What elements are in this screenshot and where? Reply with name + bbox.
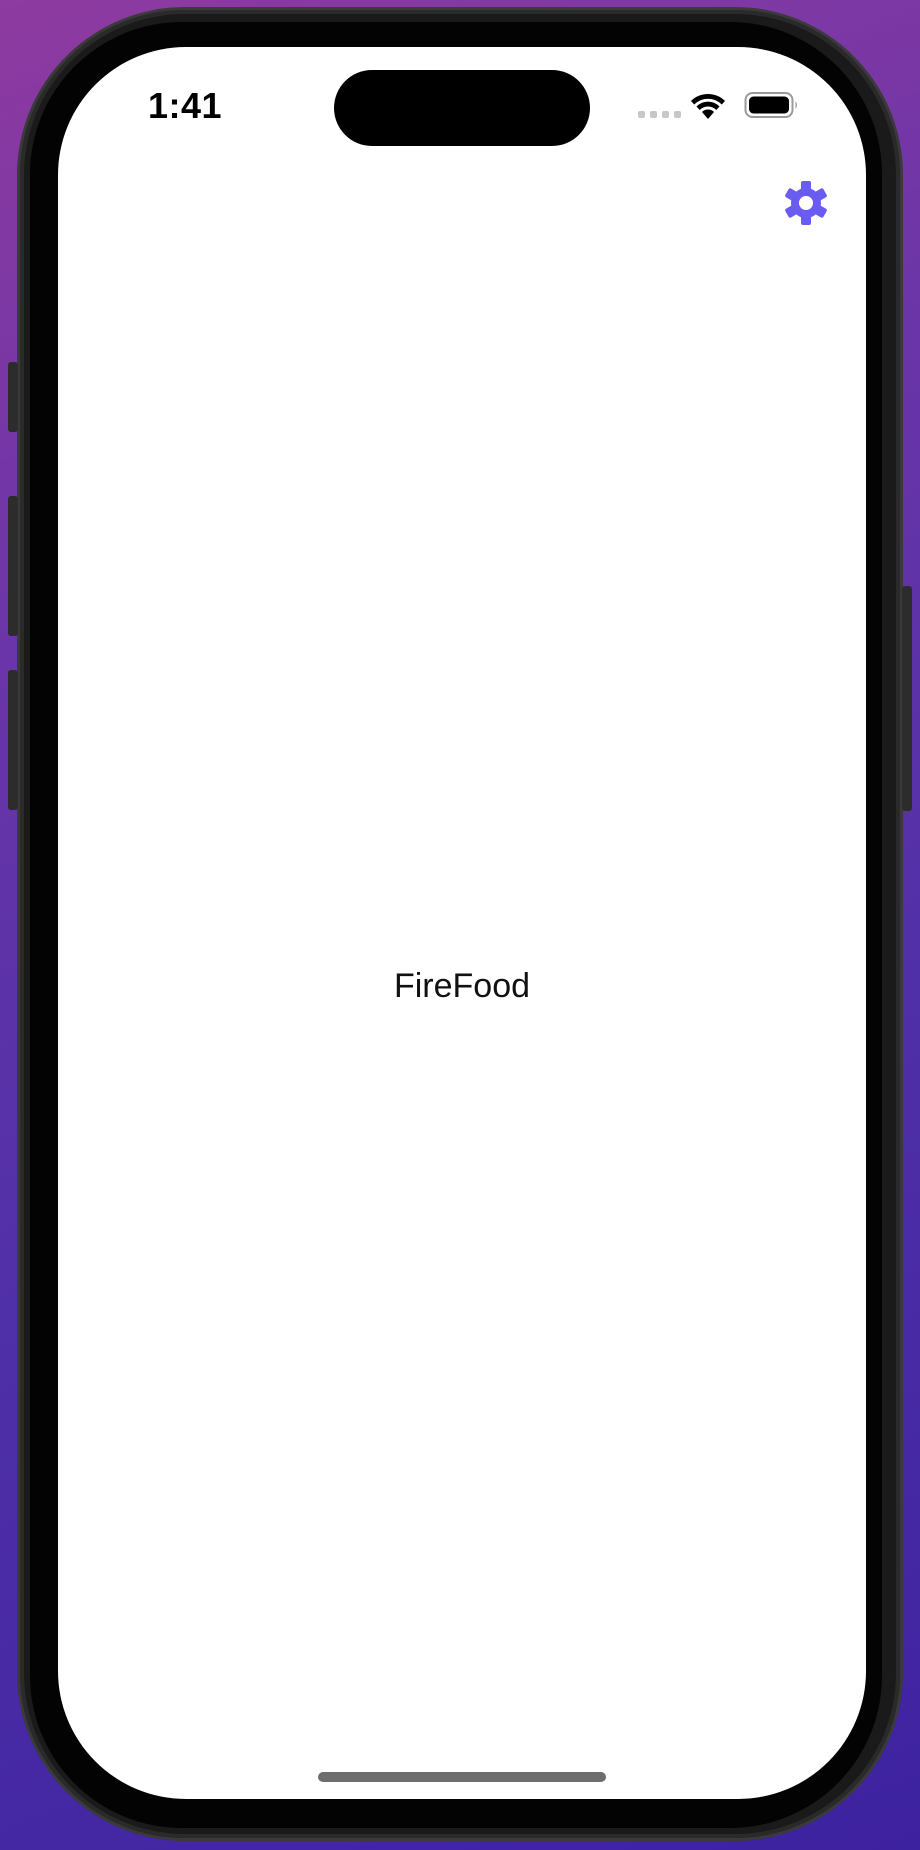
app-screen: 1:41 FireFood: [58, 47, 866, 1799]
gear-icon: [785, 181, 827, 225]
action-button: [8, 362, 18, 432]
status-time: 1:41: [148, 85, 223, 126]
volume-up-button: [8, 496, 18, 636]
cellular-signal-icon: [638, 111, 681, 118]
battery-icon: [744, 92, 797, 118]
home-indicator[interactable]: [318, 1772, 606, 1782]
wifi-icon: [691, 93, 725, 119]
volume-down-button: [8, 670, 18, 810]
power-button: [902, 586, 912, 811]
app-title: FireFood: [393, 967, 531, 1005]
dynamic-island: [334, 70, 590, 146]
settings-button[interactable]: [780, 177, 832, 229]
